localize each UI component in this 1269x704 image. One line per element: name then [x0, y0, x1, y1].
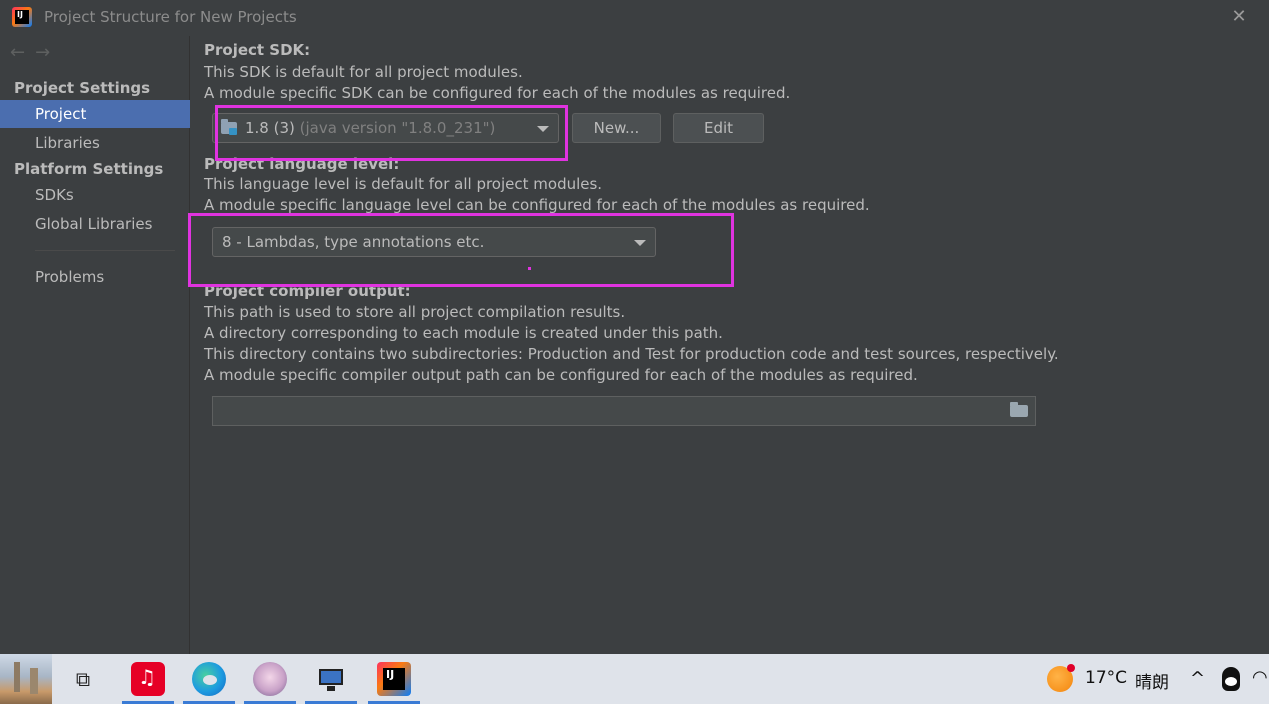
edge-icon[interactable] — [192, 662, 226, 696]
windows-taskbar: ⧉ ♫ IJ 17°C 晴朗 ^ ◠ — [0, 654, 1269, 704]
sidebar: ← → Project Settings Project Libraries Pl… — [0, 36, 190, 654]
tray-expand-icon[interactable]: ^ — [1190, 668, 1205, 689]
sidebar-item-libraries[interactable]: Libraries — [0, 129, 190, 157]
task-view-icon[interactable]: ⧉ — [70, 666, 96, 692]
back-arrow-icon[interactable]: ← — [10, 42, 25, 63]
nav-arrows: ← → — [10, 42, 60, 63]
window-title: Project Structure for New Projects — [44, 8, 297, 26]
project-structure-window: IJ Project Structure for New Projects ✕ … — [0, 0, 1269, 654]
compiler-desc-1: This path is used to store all project c… — [204, 303, 626, 321]
weather-alert-dot — [1067, 664, 1075, 672]
close-icon[interactable]: ✕ — [1228, 6, 1250, 28]
intellij-icon[interactable]: IJ — [377, 662, 411, 696]
start-wallpaper-icon[interactable] — [0, 654, 52, 704]
qq-icon[interactable] — [1222, 667, 1240, 691]
browse-folder-icon[interactable] — [1010, 402, 1028, 417]
language-desc-1: This language level is default for all p… — [204, 175, 603, 193]
project-settings-header: Project Settings — [14, 79, 151, 97]
wifi-icon[interactable]: ◠ — [1252, 667, 1268, 688]
sidebar-item-global-libraries[interactable]: Global Libraries — [0, 210, 190, 238]
title-bar: IJ Project Structure for New Projects ✕ — [0, 0, 1269, 36]
weather-condition-text[interactable]: 晴朗 — [1135, 668, 1169, 693]
sidebar-item-sdks[interactable]: SDKs — [0, 181, 190, 209]
main-panel: Project SDK: This SDK is default for all… — [188, 36, 1269, 654]
intellij-app-icon: IJ — [12, 7, 32, 27]
highlight-box-sdk — [215, 105, 568, 161]
sdk-desc-1: This SDK is default for all project modu… — [204, 63, 523, 81]
monitor-app-icon[interactable] — [314, 662, 348, 696]
language-desc-2: A module specific language level can be … — [204, 196, 870, 214]
new-sdk-button[interactable]: New... — [572, 113, 661, 143]
compiler-output-path-field[interactable] — [212, 396, 1036, 426]
temperature-text[interactable]: 17°C — [1085, 668, 1127, 688]
sidebar-item-problems[interactable]: Problems — [0, 263, 190, 291]
compiler-desc-4: A module specific compiler output path c… — [204, 366, 918, 384]
sidebar-item-project[interactable]: Project — [0, 100, 190, 128]
sdk-section-title: Project SDK: — [204, 41, 311, 59]
platform-settings-header: Platform Settings — [14, 160, 164, 178]
highlight-dot — [528, 267, 531, 270]
edit-sdk-button[interactable]: Edit — [673, 113, 764, 143]
sdk-desc-2: A module specific SDK can be configured … — [204, 84, 791, 102]
avatar-app-icon[interactable] — [253, 662, 287, 696]
forward-arrow-icon[interactable]: → — [35, 42, 50, 63]
compiler-desc-3: This directory contains two subdirectori… — [204, 345, 1059, 363]
sidebar-separator — [35, 250, 175, 251]
netease-music-icon[interactable]: ♫ — [131, 662, 165, 696]
highlight-box-language — [188, 213, 734, 287]
compiler-desc-2: A directory corresponding to each module… — [204, 324, 723, 342]
